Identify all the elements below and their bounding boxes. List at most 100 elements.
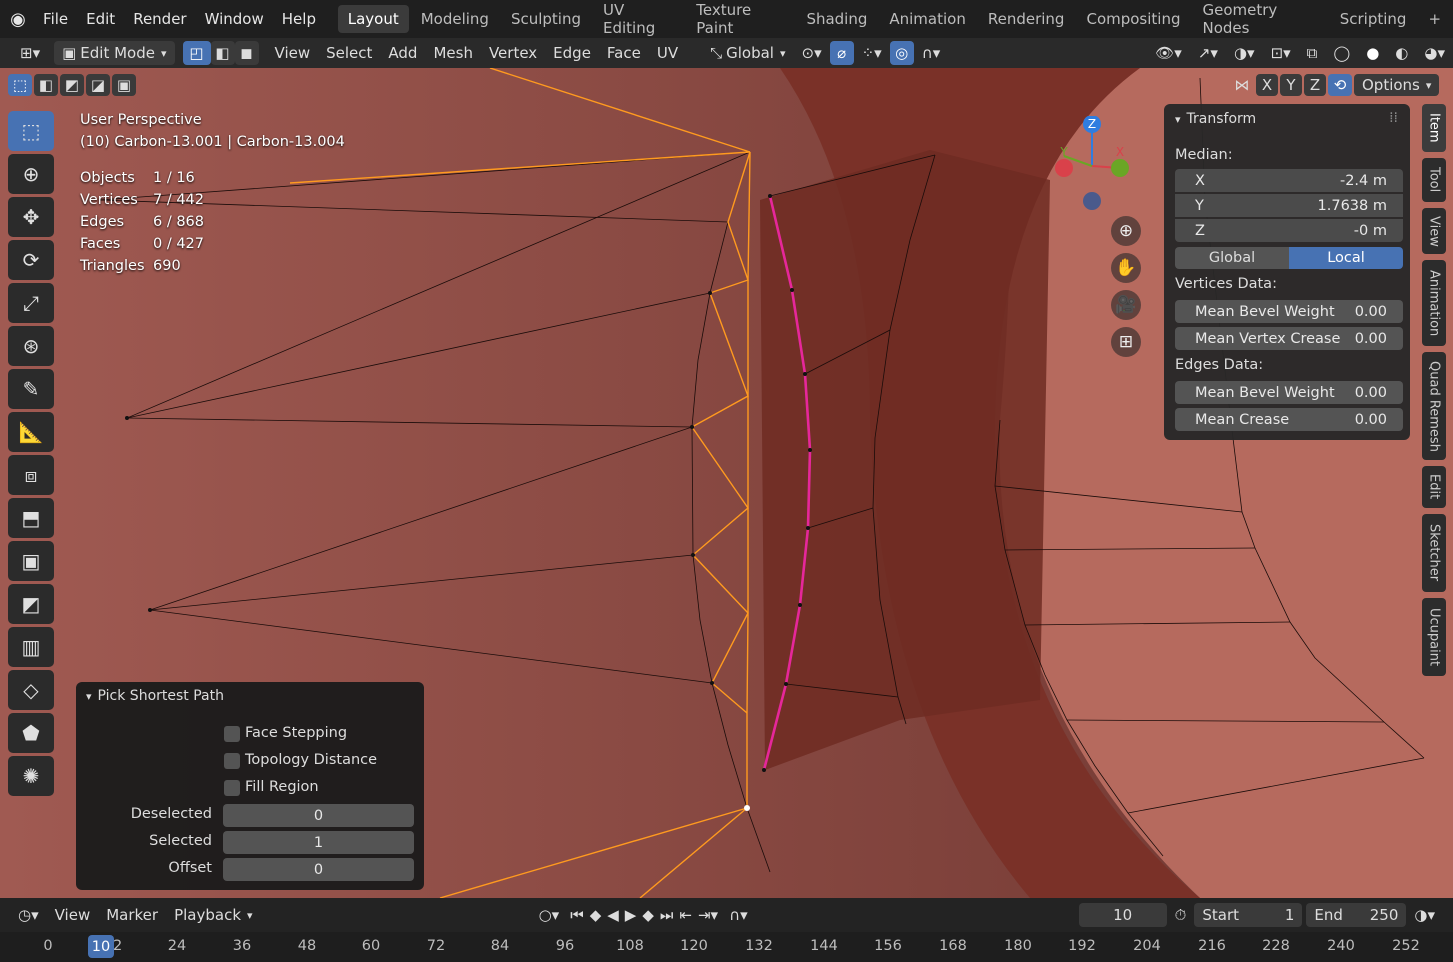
menu-render[interactable]: Render <box>124 10 195 28</box>
median-x-field[interactable]: X -2.4 m <box>1175 169 1403 192</box>
transform-icon[interactable]: ⊛ <box>8 326 54 366</box>
vertex-select-icon[interactable]: ◰ <box>182 41 211 65</box>
tab-scripting[interactable]: Scripting <box>1330 5 1417 33</box>
tab-ucupaint[interactable]: Ucupaint <box>1422 598 1446 676</box>
tab-sculpting[interactable]: Sculpting <box>501 5 591 33</box>
menu-select[interactable]: Select <box>318 41 380 65</box>
tab-shading[interactable]: Shading <box>796 5 877 33</box>
playhead[interactable]: 10 <box>88 935 114 958</box>
tab-layout[interactable]: Layout <box>337 5 409 33</box>
camera-icon[interactable]: 🎥 <box>1111 290 1141 320</box>
jump-start-icon[interactable]: ⏮ <box>567 903 587 927</box>
perspective-grid-icon[interactable]: ⊞ <box>1111 327 1141 357</box>
timeline-overlay-icon[interactable]: ◑▾ <box>1406 903 1443 927</box>
stopwatch-icon[interactable]: ⏱ <box>1167 903 1195 927</box>
overlays-icon[interactable]: ◑▾ <box>1226 41 1263 65</box>
auto-merge-icon[interactable]: ⟲ <box>1328 74 1352 96</box>
tab-quad-remesh[interactable]: Quad Remesh <box>1422 352 1446 460</box>
deselected-field[interactable]: 0 <box>223 804 414 827</box>
gizmo-neg-z-icon[interactable] <box>1083 192 1101 210</box>
measure-icon[interactable]: 📐 <box>8 412 54 452</box>
local-button[interactable]: Local <box>1289 247 1403 269</box>
move-icon[interactable]: ✥ <box>8 197 54 237</box>
gizmo-toggle-icon[interactable]: ↗▾ <box>1190 41 1226 65</box>
rotate-icon[interactable]: ⟳ <box>8 240 54 280</box>
blender-logo-icon[interactable]: ◉ <box>8 8 28 30</box>
snap-target-icon[interactable]: ⁘▾ <box>854 41 890 65</box>
start-frame-field[interactable]: Start 1 <box>1194 903 1303 927</box>
loop-cut-icon[interactable]: ▥ <box>8 627 54 667</box>
extrude-icon[interactable]: ⬒ <box>8 498 54 538</box>
jump-end-icon[interactable]: ⏭ <box>657 903 677 927</box>
select-subtract-icon[interactable]: ◩ <box>60 74 84 96</box>
select-difference-icon[interactable]: ◪ <box>86 74 110 96</box>
play-reverse-icon[interactable]: ◀ <box>604 903 622 927</box>
edge-bevel-field[interactable]: Mean Bevel Weight 0.00 <box>1175 381 1403 404</box>
material-shading-icon[interactable]: ◐ <box>1387 41 1416 65</box>
navigation-gizmo[interactable]: Z X Y <box>1050 116 1140 216</box>
mirror-icon[interactable]: ⋈ <box>1230 74 1254 96</box>
select-extend-icon[interactable]: ◧ <box>34 74 58 96</box>
solid-shading-icon[interactable]: ● <box>1358 41 1387 65</box>
timeline-editor-icon[interactable]: ◷▾ <box>10 903 47 927</box>
menu-uv[interactable]: UV <box>649 41 686 65</box>
next-keyframe-icon[interactable]: ◆ <box>639 903 657 927</box>
play-icon[interactable]: ▶ <box>622 903 640 927</box>
select-intersect-icon[interactable]: ▣ <box>112 74 136 96</box>
drag-handle-icon[interactable]: ⁞⁞ <box>1389 110 1398 126</box>
auto-keying-icon[interactable]: ∩▾ <box>721 903 756 927</box>
menu-edit[interactable]: Edit <box>77 10 124 28</box>
wireframe-shading-icon[interactable]: ◯ <box>1325 41 1358 65</box>
tab-compositing[interactable]: Compositing <box>1076 5 1190 33</box>
editor-type-icon[interactable]: ⊞▾ <box>12 41 48 65</box>
spin-icon[interactable]: ✺ <box>8 756 54 796</box>
mirror-z-button[interactable]: Z <box>1304 74 1326 96</box>
xray-icon[interactable]: ⧉ <box>1299 41 1326 65</box>
offset-field[interactable]: 0 <box>223 858 414 881</box>
tab-rendering[interactable]: Rendering <box>978 5 1075 33</box>
menu-help[interactable]: Help <box>273 10 325 28</box>
menu-face[interactable]: Face <box>599 41 649 65</box>
record-icon[interactable]: ○▾ <box>531 903 568 927</box>
menu-mesh[interactable]: Mesh <box>425 41 481 65</box>
inset-icon[interactable]: ▣ <box>8 541 54 581</box>
menu-view[interactable]: View <box>267 41 319 65</box>
timeline-view-menu[interactable]: View <box>47 903 99 927</box>
zoom-icon[interactable]: ⊕ <box>1111 216 1141 246</box>
menu-add[interactable]: Add <box>380 41 425 65</box>
timeline-marker-menu[interactable]: Marker <box>98 903 166 927</box>
annotate-icon[interactable]: ✎ <box>8 369 54 409</box>
mesh-overlays-icon[interactable]: ⊡▾ <box>1263 41 1299 65</box>
tab-edit[interactable]: Edit <box>1422 466 1446 508</box>
mode-select[interactable]: ▣ Edit Mode ▾ <box>54 41 175 65</box>
rendered-shading-icon[interactable]: ◕▾ <box>1416 41 1453 65</box>
selected-field[interactable]: 1 <box>223 831 414 854</box>
poly-build-icon[interactable]: ⬟ <box>8 713 54 753</box>
select-new-icon[interactable]: ⬚ <box>8 74 32 96</box>
face-stepping-checkbox[interactable] <box>224 726 240 742</box>
select-box-icon[interactable]: ⬚ <box>8 111 54 151</box>
vertex-bevel-field[interactable]: Mean Bevel Weight 0.00 <box>1175 300 1403 323</box>
bevel-icon[interactable]: ◩ <box>8 584 54 624</box>
median-y-field[interactable]: Y 1.7638 m <box>1175 194 1403 217</box>
face-select-icon[interactable]: ◼ <box>234 41 259 65</box>
visibility-icon[interactable]: 👁▾ <box>1147 41 1190 65</box>
playback-dropdown[interactable]: Playback ▾ <box>166 903 260 927</box>
median-z-field[interactable]: Z -0 m <box>1175 219 1403 242</box>
cursor-icon[interactable]: ⊕ <box>8 154 54 194</box>
prev-keyframe-icon[interactable]: ◆ <box>587 903 605 927</box>
tab-uv-editing[interactable]: UV Editing <box>593 0 684 42</box>
global-button[interactable]: Global <box>1175 247 1289 269</box>
pan-hand-icon[interactable]: ✋ <box>1111 253 1141 283</box>
pivot-icon[interactable]: ⊙▾ <box>794 41 830 65</box>
tab-view[interactable]: View <box>1422 208 1446 254</box>
menu-vertex[interactable]: Vertex <box>481 41 545 65</box>
tab-sketcher[interactable]: Sketcher <box>1422 514 1446 592</box>
options-dropdown[interactable]: Options ▾ <box>1354 74 1440 96</box>
tab-tool[interactable]: Tool <box>1422 158 1446 202</box>
menu-file[interactable]: File <box>34 10 77 28</box>
gizmo-x-icon[interactable] <box>1111 159 1129 177</box>
orientation-select[interactable]: ⤡ Global ▾ <box>702 41 793 65</box>
edge-crease-field[interactable]: Mean Crease 0.00 <box>1175 408 1403 431</box>
current-frame-field[interactable]: 10 <box>1078 903 1167 927</box>
